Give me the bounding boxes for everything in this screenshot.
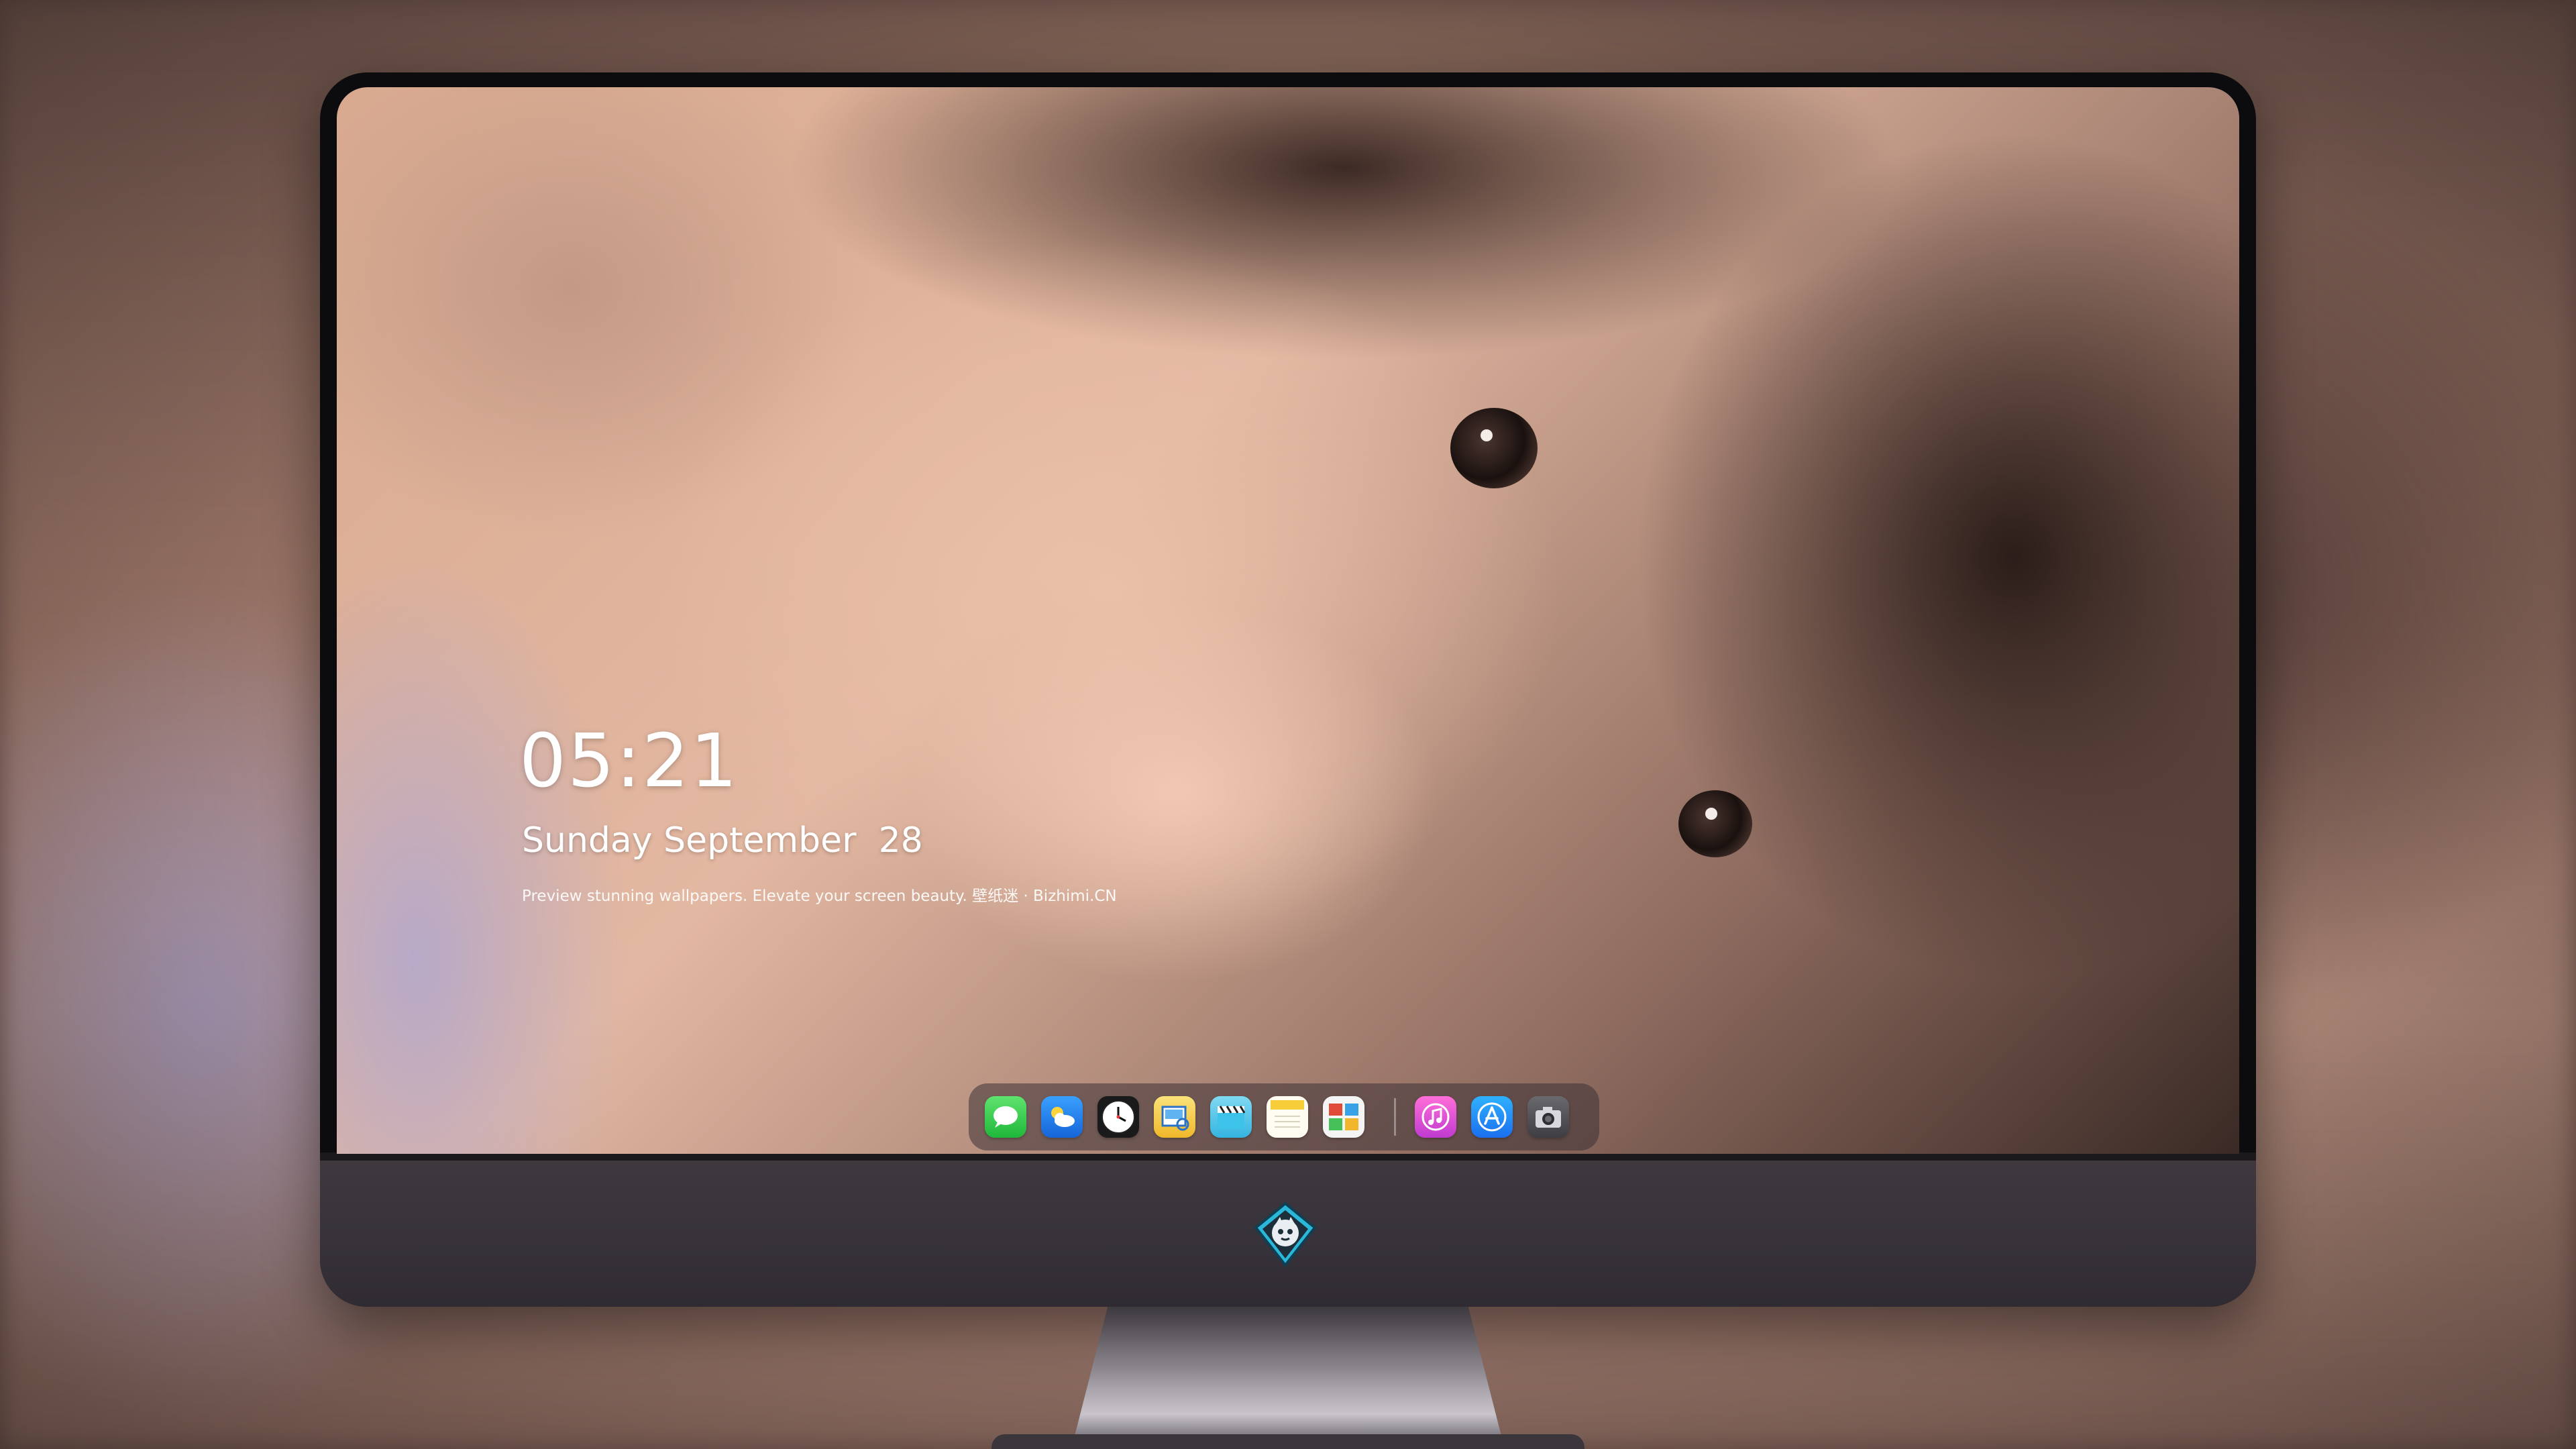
app-store-icon bbox=[1477, 1102, 1507, 1132]
dock-messages-app[interactable] bbox=[985, 1096, 1026, 1138]
wallpaper-eye-left bbox=[1450, 408, 1538, 488]
wallpaper-eye-right bbox=[1678, 790, 1752, 857]
dock-photo-booth-app[interactable] bbox=[1323, 1096, 1364, 1138]
messages-icon bbox=[994, 1106, 1018, 1128]
dock-notes-app[interactable] bbox=[1267, 1096, 1308, 1138]
camera-icon bbox=[1536, 1107, 1561, 1128]
music-icon bbox=[1421, 1103, 1450, 1131]
dock-preview-app[interactable] bbox=[1154, 1096, 1195, 1138]
photo-booth-icon bbox=[1329, 1104, 1358, 1130]
wallpaper-eye-glint bbox=[1481, 429, 1493, 441]
dock-camera-app[interactable] bbox=[1527, 1096, 1569, 1138]
dock-separator bbox=[1394, 1098, 1396, 1136]
lock-screen: 05:21 Sunday September 28 Preview stunni… bbox=[337, 87, 2239, 1154]
dock-weather-app[interactable] bbox=[1041, 1096, 1083, 1138]
monitor-stand bbox=[1073, 1307, 1503, 1441]
dock-clock-app[interactable] bbox=[1097, 1096, 1139, 1138]
wallpaper-eye-glint bbox=[1705, 808, 1717, 820]
dock-music-app[interactable] bbox=[1415, 1096, 1456, 1138]
dock-clips-app[interactable] bbox=[1210, 1096, 1252, 1138]
lock-screen-time: 05:21 bbox=[519, 718, 739, 804]
dock bbox=[969, 1083, 1599, 1150]
bizhimi-logo-icon bbox=[1252, 1201, 1319, 1268]
notes-icon bbox=[1271, 1100, 1304, 1128]
clock-icon bbox=[1102, 1100, 1135, 1134]
monitor-stand-base bbox=[991, 1434, 1585, 1449]
lock-screen-date: Sunday September 28 bbox=[522, 820, 923, 861]
wallpaper-credit: Preview stunning wallpapers. Elevate you… bbox=[522, 888, 1117, 905]
weather-icon bbox=[1051, 1107, 1075, 1127]
dock-app-store-app[interactable] bbox=[1471, 1096, 1513, 1138]
preview-icon bbox=[1161, 1106, 1189, 1131]
clips-icon bbox=[1218, 1106, 1246, 1129]
